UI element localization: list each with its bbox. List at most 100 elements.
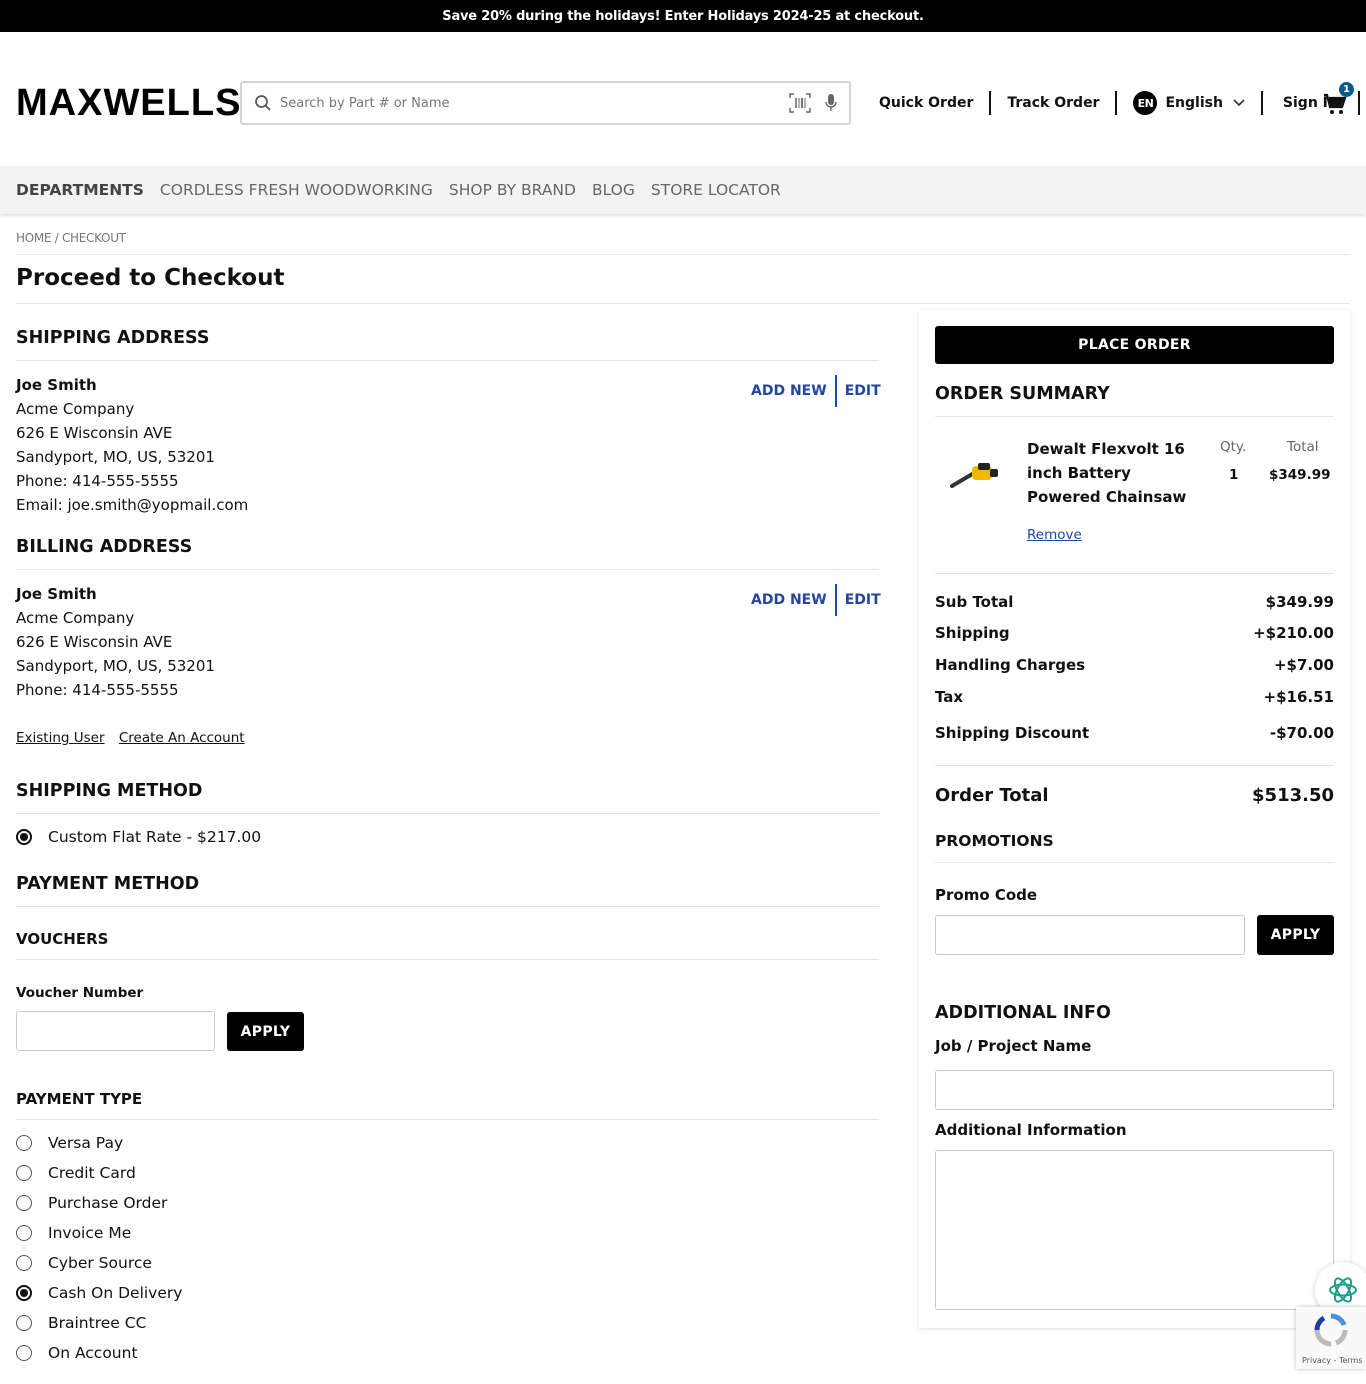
payment-option-invoice-me[interactable]: Invoice Me xyxy=(16,1224,131,1242)
divider xyxy=(935,765,1334,766)
search-input[interactable] xyxy=(280,91,780,115)
microphone-icon[interactable] xyxy=(824,93,838,117)
payment-option-credit-card[interactable]: Credit Card xyxy=(16,1164,136,1182)
divider xyxy=(834,375,837,407)
quick-order-link[interactable]: Quick Order xyxy=(863,91,989,115)
qty-header: Qty. xyxy=(1220,439,1247,455)
place-order-button[interactable]: PLACE ORDER xyxy=(935,326,1334,364)
recaptcha-terms[interactable]: Privacy - Terms xyxy=(1302,1356,1363,1365)
billing-address-title: BILLING ADDRESS xyxy=(16,537,193,557)
payment-radio[interactable] xyxy=(16,1255,32,1271)
edit-shipping-button[interactable]: EDIT xyxy=(845,383,881,399)
site-logo[interactable]: MAXWELLS xyxy=(16,82,241,125)
payment-option-on-account[interactable]: On Account xyxy=(16,1344,138,1362)
shipping-value: +$210.00 xyxy=(1253,624,1334,642)
billing-company: Acme Company xyxy=(16,609,135,627)
search-icon[interactable] xyxy=(254,94,272,116)
chevron-down-icon xyxy=(1233,99,1245,107)
product-thumbnail[interactable] xyxy=(950,458,1002,490)
divider xyxy=(16,569,879,570)
payment-option-label: Braintree CC xyxy=(48,1314,147,1332)
page-title: Proceed to Checkout xyxy=(16,265,285,291)
shipping-company: Acme Company xyxy=(16,400,135,418)
header-links: Quick Order Track Order EN English Sign … xyxy=(863,88,1360,118)
shipping-discount-value: -$70.00 xyxy=(1269,724,1334,742)
tax-row: Tax +$16.51 xyxy=(935,688,1334,706)
barcode-scan-icon[interactable] xyxy=(789,93,811,117)
promo-code-input[interactable] xyxy=(935,915,1245,955)
payment-radio[interactable] xyxy=(16,1315,32,1331)
tax-value: +$16.51 xyxy=(1263,688,1334,706)
payment-option-braintree-cc[interactable]: Braintree CC xyxy=(16,1314,146,1332)
divider xyxy=(16,303,1350,304)
cart-count-badge: 1 xyxy=(1339,82,1354,97)
nav-shop-by-brand[interactable]: SHOP BY BRAND xyxy=(449,181,576,199)
divider xyxy=(935,416,1334,417)
additional-information-textarea[interactable] xyxy=(935,1150,1334,1310)
payment-option-label: Cyber Source xyxy=(48,1254,152,1272)
existing-user-link[interactable]: Existing User xyxy=(16,730,105,746)
shipping-discount-label: Shipping Discount xyxy=(935,724,1090,742)
shipping-email: Email: joe.smith@yopmail.com xyxy=(16,496,249,514)
product-name[interactable]: Dewalt Flexvolt 16 inch Battery Powered … xyxy=(1027,437,1207,509)
cart-icon xyxy=(1323,93,1347,120)
divider xyxy=(16,254,1350,255)
payment-radio[interactable] xyxy=(16,1195,32,1211)
divider xyxy=(935,573,1334,574)
total-header: Total xyxy=(1287,439,1319,455)
handling-value: +$7.00 xyxy=(1273,656,1334,674)
payment-radio[interactable] xyxy=(16,1165,32,1181)
payment-radio[interactable] xyxy=(16,1225,32,1241)
add-new-shipping-button[interactable]: ADD NEW xyxy=(751,383,827,399)
subtotal-label: Sub Total xyxy=(935,593,1014,611)
language-badge: EN xyxy=(1133,91,1158,115)
shipping-address-title: SHIPPING ADDRESS xyxy=(16,328,210,348)
language-selector[interactable]: EN English xyxy=(1117,91,1260,115)
shipping-discount-row: Shipping Discount -$70.00 xyxy=(935,724,1334,742)
payment-option-cyber-source[interactable]: Cyber Source xyxy=(16,1254,152,1272)
cart-button[interactable]: 1 xyxy=(1323,82,1354,116)
voucher-number-label: Voucher Number xyxy=(16,985,144,1001)
shipping-option-radio[interactable] xyxy=(16,829,32,845)
payment-option-purchase-order[interactable]: Purchase Order xyxy=(16,1194,167,1212)
remove-item-link[interactable]: Remove xyxy=(1027,527,1082,543)
nav-cordless-woodworking[interactable]: CORDLESS FRESH WOODWORKING xyxy=(160,181,433,199)
apply-voucher-button[interactable]: APPLY xyxy=(227,1012,304,1051)
product-qty: 1 xyxy=(1229,467,1239,483)
additional-info-title: ADDITIONAL INFO xyxy=(935,1003,1111,1023)
subtotal-row: Sub Total $349.99 xyxy=(935,593,1334,611)
search-bar xyxy=(240,81,851,125)
shipping-address-block: Joe Smith Acme Company 626 E Wisconsin A… xyxy=(16,373,248,517)
breadcrumb[interactable]: HOME / CHECKOUT xyxy=(16,231,126,245)
divider xyxy=(16,360,879,361)
recaptcha-badge[interactable]: Privacy - Terms xyxy=(1296,1307,1366,1369)
add-new-billing-button[interactable]: ADD NEW xyxy=(751,592,827,608)
payment-radio[interactable] xyxy=(16,1285,32,1301)
tax-label: Tax xyxy=(935,688,964,706)
nav-departments[interactable]: DEPARTMENTS xyxy=(16,181,144,199)
order-summary-title: ORDER SUMMARY xyxy=(935,384,1110,404)
nav-store-locator[interactable]: STORE LOCATOR xyxy=(651,181,781,199)
job-project-input[interactable] xyxy=(935,1070,1334,1110)
voucher-number-input[interactable] xyxy=(16,1011,215,1051)
payment-option-label: Invoice Me xyxy=(48,1224,132,1242)
edit-billing-button[interactable]: EDIT xyxy=(845,592,881,608)
subtotal-value: $349.99 xyxy=(1265,593,1334,611)
shipping-option[interactable]: Custom Flat Rate - $217.00 xyxy=(16,828,261,846)
track-order-link[interactable]: Track Order xyxy=(991,91,1115,115)
payment-option-versa-pay[interactable]: Versa Pay xyxy=(16,1134,123,1152)
create-account-link[interactable]: Create An Account xyxy=(119,730,245,746)
promo-banner-text: Save 20% during the holidays! Enter Holi… xyxy=(442,8,924,24)
payment-type-title: PAYMENT TYPE xyxy=(16,1090,143,1108)
nav-blog[interactable]: BLOG xyxy=(592,181,635,199)
payment-option-label: Credit Card xyxy=(48,1164,136,1182)
payment-option-label: On Account xyxy=(48,1344,138,1362)
payment-radio[interactable] xyxy=(16,1135,32,1151)
shipping-name: Joe Smith xyxy=(16,376,97,394)
payment-option-cash-on-delivery[interactable]: Cash On Delivery xyxy=(16,1284,182,1302)
payment-option-label: Purchase Order xyxy=(48,1194,168,1212)
apply-promo-button[interactable]: APPLY xyxy=(1257,915,1334,955)
billing-phone: Phone: 414-555-5555 xyxy=(16,681,179,699)
payment-radio[interactable] xyxy=(16,1345,32,1361)
billing-address-block: Joe Smith Acme Company 626 E Wisconsin A… xyxy=(16,582,215,702)
